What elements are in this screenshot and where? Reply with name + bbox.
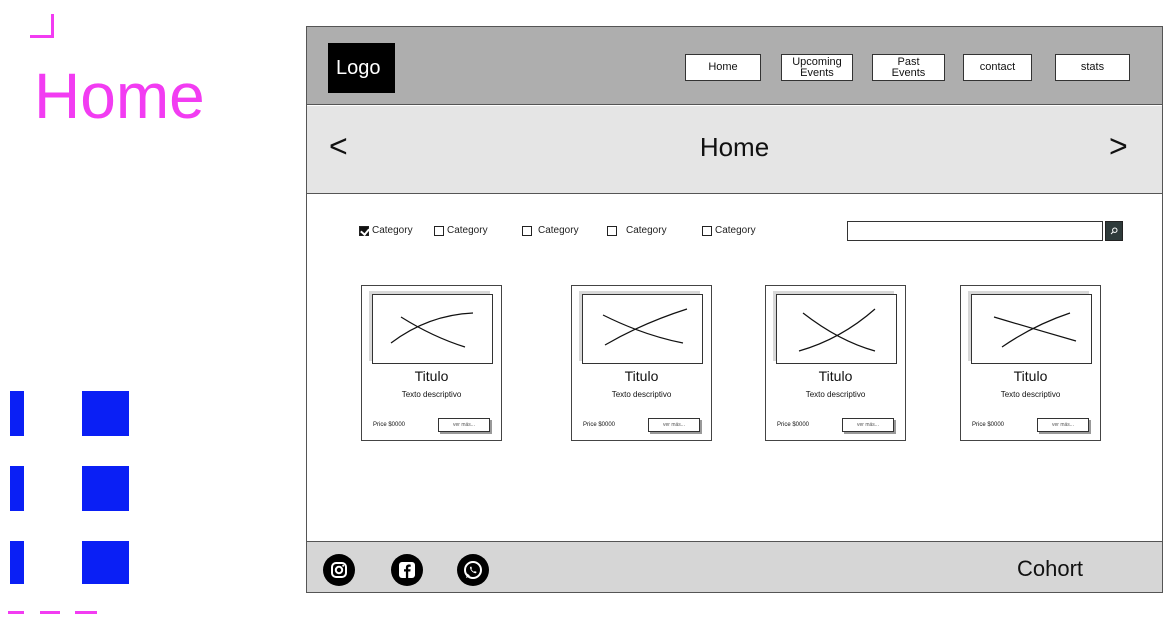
- hero-banner: < Home >: [307, 106, 1162, 194]
- card-title: Titulo: [414, 368, 449, 384]
- category-checkbox[interactable]: Category: [522, 225, 579, 236]
- header-bar: Logo Home Upcoming Events Past Events co…: [307, 27, 1162, 105]
- decor-block: [82, 391, 129, 436]
- nav-label: Upcoming Events: [792, 55, 842, 79]
- category-label: Category: [715, 225, 756, 236]
- decor-dash: [8, 611, 24, 614]
- nav-past-events[interactable]: Past Events: [872, 54, 945, 81]
- card-description: Texto descriptivo: [1000, 390, 1061, 399]
- nav-contact[interactable]: contact: [963, 54, 1032, 81]
- card-price: Price $0000: [777, 422, 810, 428]
- cohort-label: Cohort: [1017, 556, 1084, 581]
- facebook-icon: [399, 562, 415, 578]
- checkbox[interactable]: [702, 225, 712, 236]
- hero-title: Home: [699, 132, 770, 162]
- decor-block: [10, 541, 24, 584]
- image-placeholder: [776, 294, 897, 364]
- category-checkbox[interactable]: Category: [607, 225, 667, 236]
- decor-dash: [40, 611, 60, 614]
- see-more-button[interactable]: ver más...: [648, 418, 700, 432]
- corner-mark: [30, 14, 54, 38]
- category-checkbox[interactable]: Category: [702, 225, 756, 236]
- nav-stats[interactable]: stats: [1055, 54, 1130, 81]
- nav-label: contact: [979, 61, 1016, 73]
- instagram-icon: [331, 562, 347, 578]
- facebook-link[interactable]: [391, 554, 423, 586]
- whatsapp-icon: [464, 561, 482, 579]
- see-more-button[interactable]: ver más...: [1037, 418, 1089, 432]
- image-placeholder: [971, 294, 1092, 364]
- slide: Home Logo Home Upcoming Events Past Even…: [0, 0, 1163, 617]
- see-more-button[interactable]: ver más...: [438, 418, 490, 432]
- checkbox[interactable]: [434, 225, 444, 236]
- decor-block: [10, 391, 24, 436]
- event-card: Titulo Texto descriptivo Price $0000 ver…: [361, 285, 502, 441]
- search-button[interactable]: [1105, 221, 1123, 241]
- card-price: Price $0000: [972, 422, 1005, 428]
- category-label: Category: [447, 225, 488, 236]
- nav-home[interactable]: Home: [685, 54, 761, 81]
- wireframe-page: Logo Home Upcoming Events Past Events co…: [306, 26, 1163, 593]
- image-placeholder: [582, 294, 703, 364]
- footer-bar: Cohort: [307, 541, 1162, 592]
- slide-title: Home: [34, 60, 205, 132]
- card-title: Titulo: [1013, 368, 1048, 384]
- see-more-button[interactable]: ver más...: [842, 418, 894, 432]
- card-description: Texto descriptivo: [401, 390, 462, 399]
- logo[interactable]: Logo: [328, 43, 395, 93]
- instagram-link[interactable]: [323, 554, 355, 586]
- category-label: Category: [626, 225, 667, 236]
- event-card: Titulo Texto descriptivo Price $0000 ver…: [960, 285, 1101, 441]
- nav-label: Home: [708, 61, 738, 73]
- decor-block: [82, 466, 129, 511]
- card-title: Titulo: [624, 368, 659, 384]
- whatsapp-link[interactable]: [457, 554, 489, 586]
- card-price: Price $0000: [583, 422, 616, 428]
- card-description: Texto descriptivo: [805, 390, 866, 399]
- image-placeholder: [372, 294, 493, 364]
- search-input[interactable]: [847, 221, 1103, 241]
- nav-label: Past Events: [891, 55, 926, 79]
- card-title: Titulo: [818, 368, 853, 384]
- nav-upcoming-events[interactable]: Upcoming Events: [781, 54, 853, 81]
- event-card: Titulo Texto descriptivo Price $0000 ver…: [571, 285, 712, 441]
- category-label: Category: [372, 225, 413, 236]
- checkbox-checked[interactable]: [359, 225, 369, 236]
- decor-dash: [75, 611, 97, 614]
- category-label: Category: [538, 225, 579, 236]
- decor-block: [10, 466, 24, 511]
- next-arrow[interactable]: >: [1109, 128, 1128, 165]
- checkbox[interactable]: [607, 225, 617, 236]
- decor-block: [82, 541, 129, 584]
- nav-label: stats: [1080, 61, 1105, 73]
- search-icon: [1110, 227, 1118, 235]
- category-checkbox[interactable]: Category: [434, 225, 488, 236]
- category-checkbox[interactable]: Category: [359, 225, 413, 236]
- card-description: Texto descriptivo: [611, 390, 672, 399]
- event-card: Titulo Texto descriptivo Price $0000 ver…: [765, 285, 906, 441]
- checkbox[interactable]: [522, 225, 532, 236]
- card-price: Price $0000: [373, 422, 406, 428]
